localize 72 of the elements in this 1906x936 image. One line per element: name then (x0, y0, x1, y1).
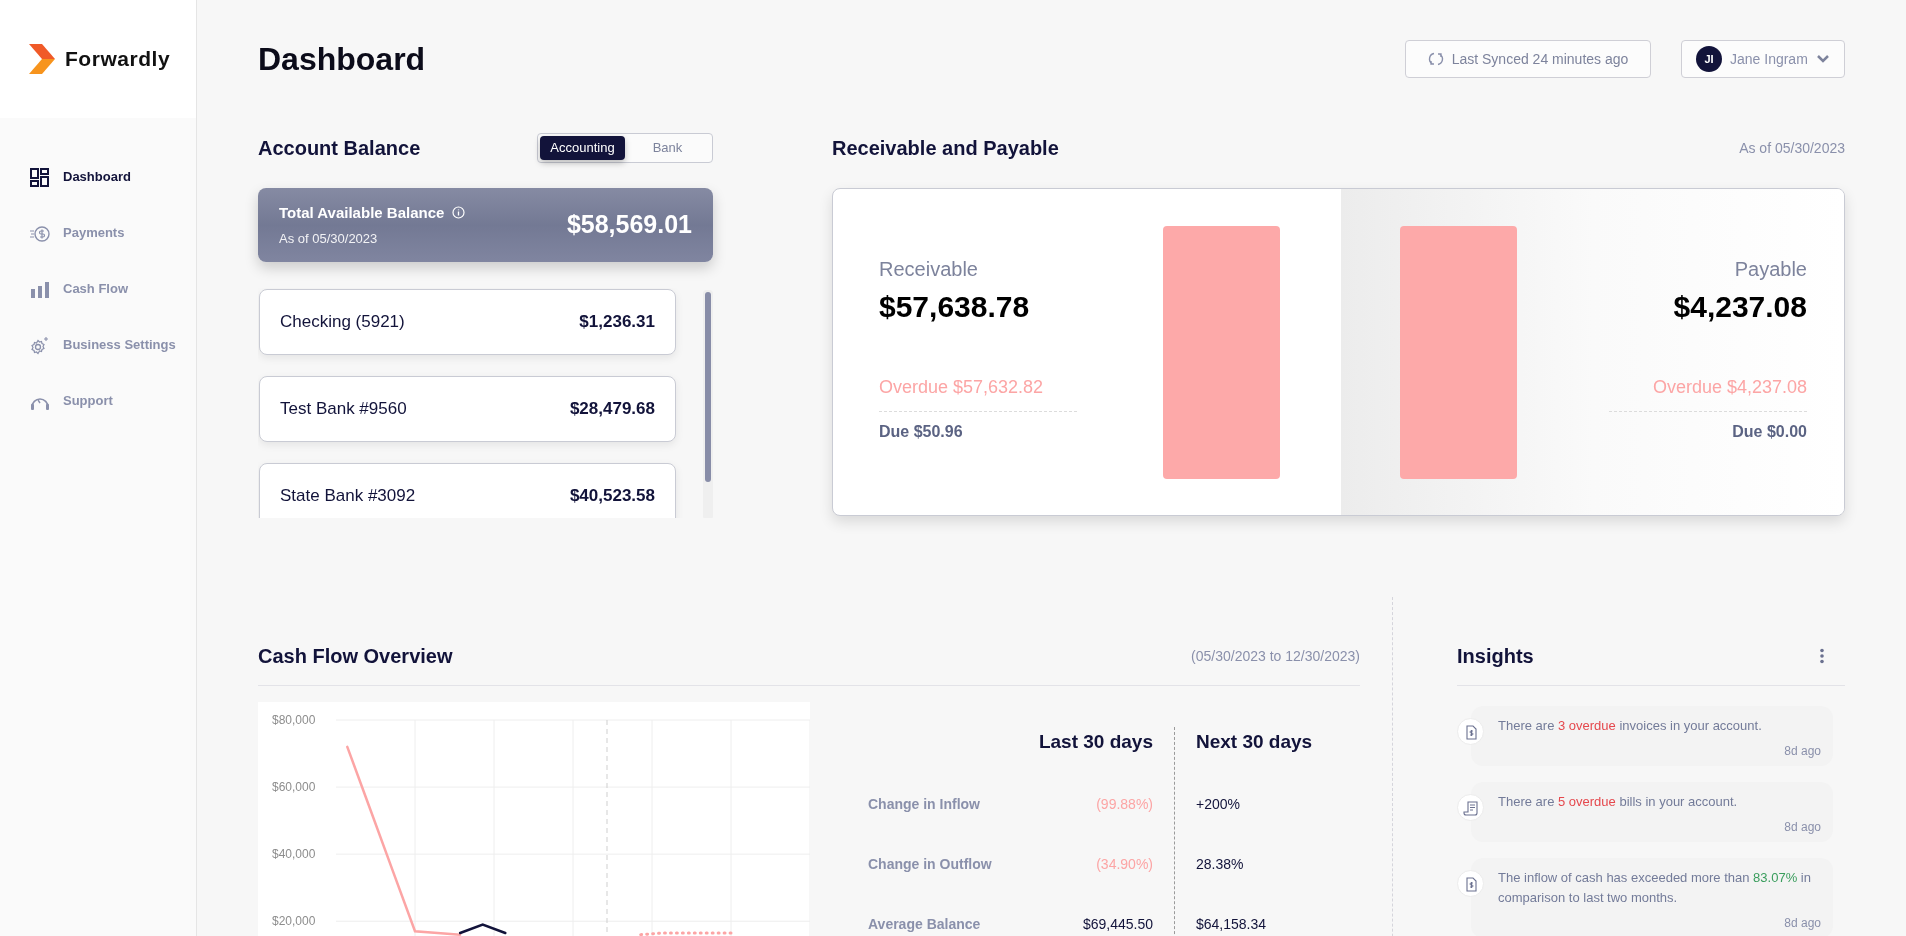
insight-time: 8d ago (1784, 915, 1821, 932)
section-title: Receivable and Payable (832, 136, 1059, 161)
stat-value: 28.38% (1196, 854, 1244, 874)
account-card[interactable]: Test Bank #9560 $28,479.68 (259, 376, 676, 442)
sidebar-item[interactable]: Support (0, 373, 196, 429)
stat-value: $64,158.34 (1196, 914, 1267, 934)
as-of-date: As of 05/30/2023 (1739, 138, 1845, 158)
date-range: (05/30/2023 to 12/30/2023) (1191, 646, 1360, 666)
view-tab[interactable]: Bank (625, 136, 710, 160)
account-name: State Bank #3092 (280, 485, 416, 508)
due-amount: Due $0.00 (1732, 422, 1807, 442)
stat-value: (99.88%) (1096, 794, 1153, 814)
balance-label: Payable (1734, 257, 1807, 282)
sidebar-item[interactable]: Payments (0, 205, 196, 261)
logo-icon (29, 44, 55, 74)
overdue-amount: Overdue $57,632.82 (879, 376, 1044, 399)
account-amount: $28,479.68 (569, 398, 655, 421)
sync-status-button[interactable]: Last Synced 24 minutes ago (1405, 40, 1651, 78)
insight-card[interactable]: The inflow of cash has exceeded more than 83.07% in comparison to last two months. 8d ago (1471, 858, 1833, 936)
account-card[interactable]: Checking (5921) $1,236.31 (259, 289, 676, 355)
info-icon[interactable] (452, 206, 466, 220)
axis-label: $80,000 (272, 713, 316, 727)
stat-value: +200% (1196, 794, 1240, 814)
stat-label: Change in Inflow (868, 794, 980, 814)
balance-amount: $4,237.08 (1673, 289, 1807, 325)
total-balance-amount: $58,569.01 (566, 209, 692, 241)
insight-time: 8d ago (1784, 819, 1821, 836)
account-amount: $40,523.58 (569, 485, 655, 508)
balance-date: As of 05/30/2023 (279, 230, 379, 248)
column-header: Last 30 days (1038, 729, 1153, 754)
column-header: Next 30 days (1196, 729, 1313, 754)
scrollbar-thumb[interactable] (705, 292, 711, 482)
chevron-down-icon (1816, 54, 1830, 64)
insight-message: There are 5 overdue bills in your account. (1498, 793, 1739, 811)
gear-icon (30, 335, 50, 355)
stat-value: (34.90%) (1096, 854, 1153, 874)
insight-card[interactable]: There are 5 overdue bills in your account. 8d ago (1471, 782, 1833, 842)
insight-time: 8d ago (1784, 743, 1821, 760)
sidebar-item[interactable]: Dashboard (0, 149, 196, 205)
sidebar-item[interactable]: Cash Flow (0, 261, 196, 317)
section-title: Insights (1457, 644, 1534, 669)
insight-card[interactable]: There are 3 overdue invoices in your account. 8d ago (1471, 706, 1833, 766)
user-menu-button[interactable]: JI Jane Ingram (1681, 40, 1845, 78)
sidebar-item[interactable]: Business Settings (0, 317, 196, 373)
total-balance-label: Total Available Balance (279, 202, 445, 223)
account-amount: $1,236.31 (579, 311, 655, 334)
balance-label: Receivable (879, 257, 978, 282)
section-title: Account Balance (258, 136, 421, 161)
axis-label: $40,000 (272, 847, 316, 862)
balance-amount: $57,638.78 (879, 289, 1030, 325)
grid-icon (30, 167, 50, 187)
bar-chart-icon (30, 279, 50, 299)
view-tab[interactable]: Accounting (540, 136, 625, 160)
more-options-icon[interactable] (1819, 648, 1825, 664)
brand-name: Forwardly (65, 46, 171, 73)
stat-label: Average Balance (868, 914, 981, 934)
account-name: Checking (5921) (280, 311, 405, 334)
dollar-coin-icon (30, 223, 50, 243)
user-avatar: JI (1696, 46, 1722, 72)
due-amount: Due $50.96 (879, 422, 963, 442)
account-card[interactable]: State Bank #3092 $40,523.58 (259, 463, 676, 518)
stat-value: $69,445.50 (1082, 914, 1153, 934)
account-name: Test Bank #9560 (280, 398, 407, 421)
insight-message: The inflow of cash has exceeded more than 83.07% in comparison to last two months. (1498, 869, 1812, 907)
insight-message: There are 3 overdue invoices in your account. (1498, 717, 1763, 735)
stat-label: Change in Outflow (868, 854, 992, 874)
overdue-amount: Overdue $4,237.08 (1652, 376, 1807, 399)
section-title: Cash Flow Overview (258, 644, 453, 669)
sync-icon (1427, 51, 1444, 67)
page-title: Dashboard (258, 40, 426, 79)
axis-label: $20,000 (272, 914, 316, 929)
axis-label: $60,000 (272, 780, 316, 795)
